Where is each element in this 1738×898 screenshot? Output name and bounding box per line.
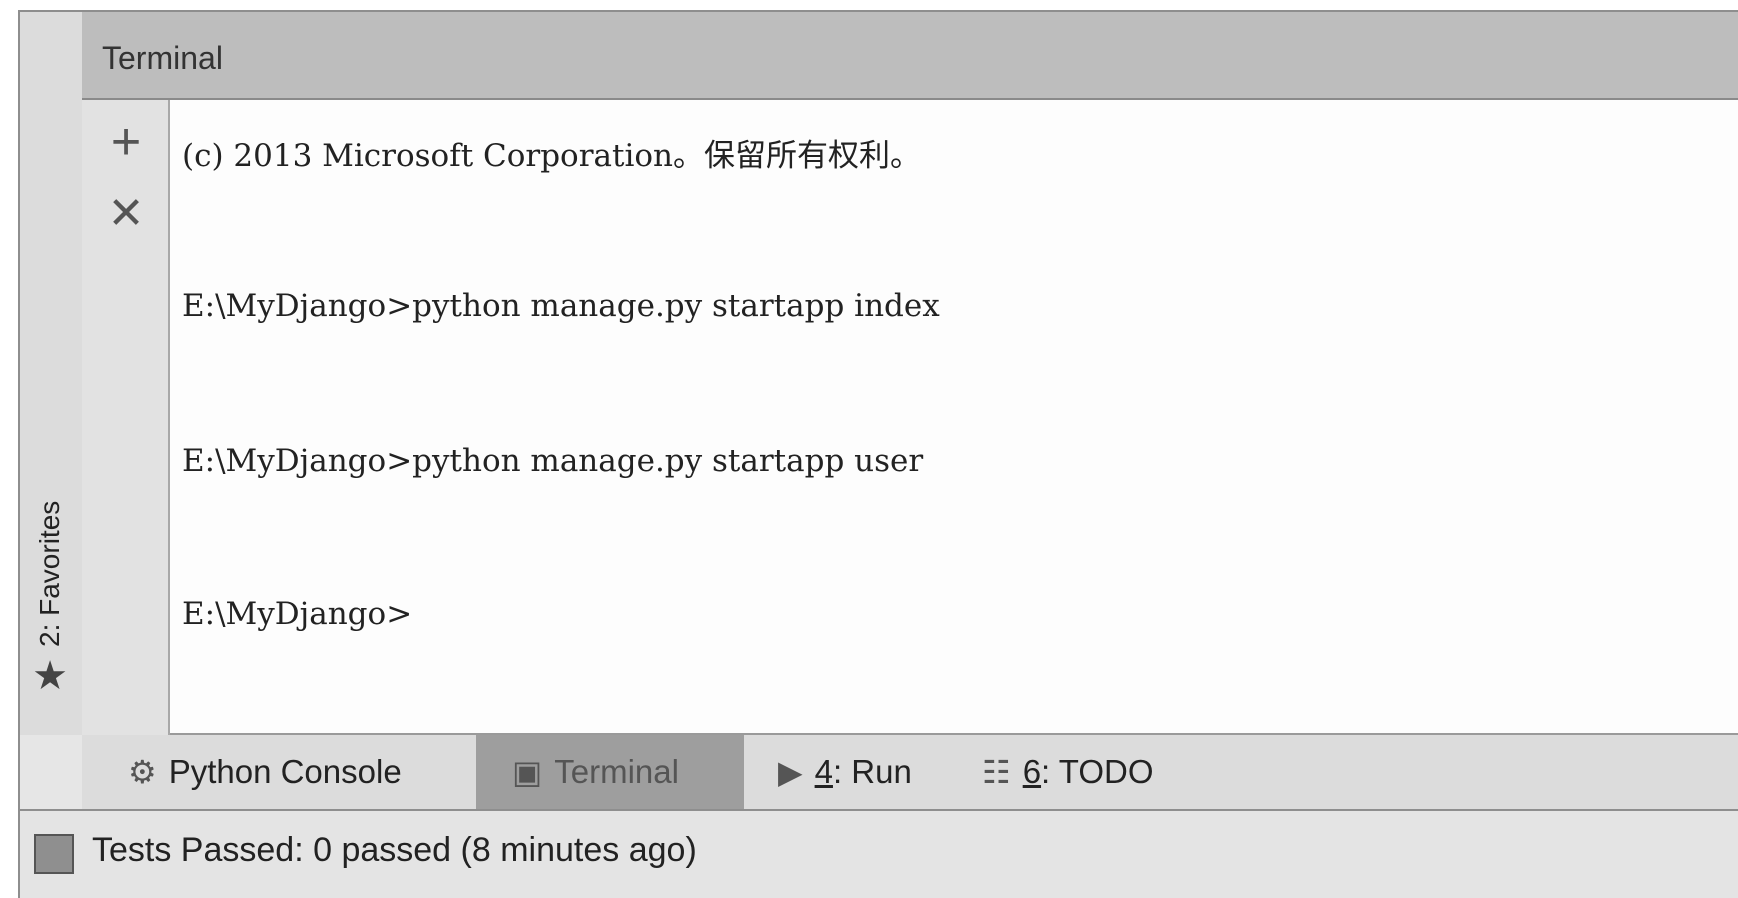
ide-window: 2: Favorites ★ Terminal + ✕ (c) 2013 Mic…	[18, 10, 1738, 898]
terminal-prompt: E:\MyDjango>	[182, 596, 413, 632]
terminal-panel-header: Terminal	[82, 12, 1738, 100]
tab-run[interactable]: ▶ 4: Run	[744, 735, 944, 809]
tab-python-console[interactable]: ⚙ Python Console	[110, 735, 480, 809]
star-icon: ★	[32, 654, 68, 698]
tool-window-tabs: ⚙ Python Console ▣ Terminal ▶ 4: Run ☷ 6…	[82, 735, 1738, 809]
tab-todo[interactable]: ☷ 6: TODO	[962, 735, 1222, 809]
tab-label: Terminal	[554, 753, 679, 790]
tab-label: : Run	[832, 753, 912, 790]
panel-title: Terminal	[102, 40, 223, 76]
todo-icon: ☷	[982, 754, 1011, 790]
status-text: Tests Passed: 0 passed (8 minutes ago)	[92, 831, 697, 869]
terminal-line: E:\MyDjango>python manage.py startapp in…	[182, 288, 940, 324]
favorites-tool-button[interactable]: 2: Favorites ★	[26, 417, 74, 717]
tab-terminal[interactable]: ▣ Terminal	[476, 735, 744, 809]
python-console-icon: ⚙	[128, 754, 157, 790]
tab-label: Python Console	[168, 753, 402, 790]
left-tool-strip: 2: Favorites ★	[20, 12, 84, 735]
favorites-label: 2: Favorites	[34, 500, 65, 647]
plus-icon[interactable]: +	[102, 116, 150, 168]
tab-label: : TODO	[1041, 753, 1154, 790]
terminal-line: E:\MyDjango>python manage.py startapp us…	[182, 443, 924, 479]
terminal-output[interactable]: (c) 2013 Microsoft Corporation。保留所有权利。 E…	[170, 100, 1738, 735]
terminal-toolbar: + ✕	[82, 100, 170, 735]
close-icon[interactable]: ✕	[102, 190, 150, 238]
tab-mnemonic: 4	[814, 753, 833, 790]
terminal-line: (c) 2013 Microsoft Corporation。保留所有权利。	[182, 138, 922, 174]
terminal-icon: ▣	[512, 754, 543, 790]
tab-mnemonic: 6	[1022, 753, 1042, 790]
run-icon: ▶	[778, 754, 803, 790]
status-bar: Tests Passed: 0 passed (8 minutes ago)	[20, 809, 1738, 898]
tool-windows-toggle-icon[interactable]	[34, 834, 74, 874]
